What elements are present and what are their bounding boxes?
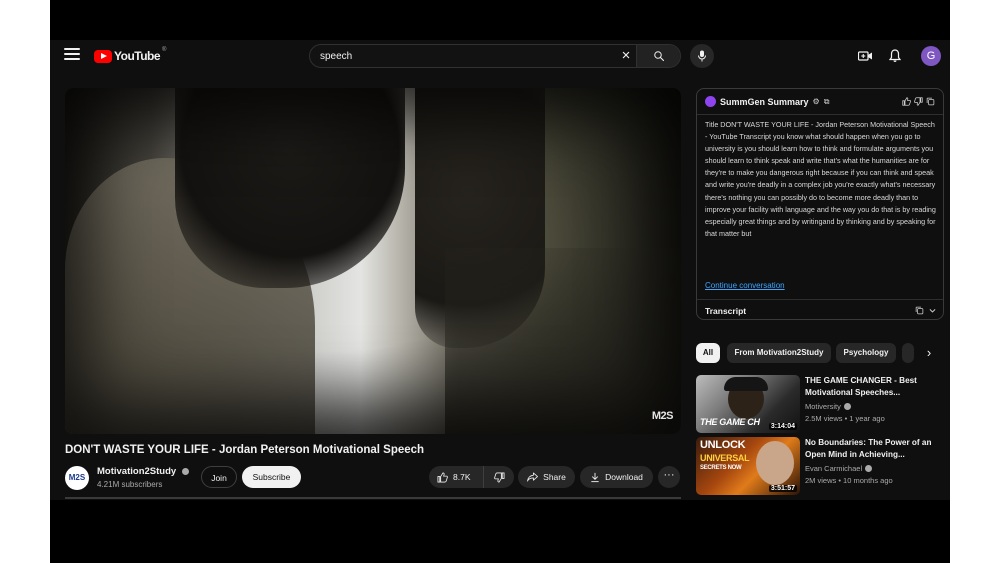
summgen-summary-panel: SummGen Summary ⚙ ⧉ Title DON'T WASTE YO… bbox=[696, 88, 944, 320]
recommended-meta: 2M views • 10 months ago bbox=[805, 476, 893, 485]
youtube-logo[interactable]: YouTube ® bbox=[94, 47, 167, 64]
video-player[interactable]: M2S bbox=[65, 88, 681, 434]
recommended-title: THE GAME CHANGER - Best Motivational Spe… bbox=[805, 376, 917, 397]
menu-icon[interactable] bbox=[64, 48, 80, 62]
voice-search-button[interactable] bbox=[690, 44, 714, 68]
recommended-video[interactable]: THE GAME CH 3:14:04 THE GAME CHANGER - B… bbox=[696, 375, 946, 437]
recommended-channel: Evan Carmichael bbox=[805, 464, 873, 473]
thumbs-up-icon bbox=[437, 472, 448, 482]
chip-psychology[interactable]: Psychology bbox=[836, 343, 896, 363]
like-button[interactable]: 8.7K bbox=[429, 466, 484, 488]
search-input[interactable] bbox=[310, 45, 616, 67]
create-video-icon[interactable] bbox=[857, 48, 873, 64]
channel-avatar[interactable]: M2S bbox=[65, 466, 89, 490]
verified-icon bbox=[181, 468, 189, 475]
video-duration: 3:51:57 bbox=[768, 485, 797, 492]
dislike-button[interactable] bbox=[484, 466, 514, 488]
recommended-video[interactable]: UNLOCK UNIVERSAL SECRETS NOW 3:51:57 No … bbox=[696, 437, 946, 499]
summgen-logo-icon bbox=[705, 96, 716, 107]
channel-name[interactable]: Motivation2Study bbox=[97, 466, 189, 477]
summary-thumbs-down-icon[interactable] bbox=[914, 97, 923, 106]
microphone-icon bbox=[698, 50, 706, 62]
summary-body: Title DON'T WASTE YOUR LIFE - Jordan Pet… bbox=[705, 119, 937, 283]
transcript-copy-icon[interactable] bbox=[915, 306, 924, 315]
more-actions-button[interactable]: ··· bbox=[658, 466, 680, 488]
thumbs-down-icon bbox=[493, 472, 504, 482]
share-icon bbox=[527, 472, 539, 482]
transcript-bar[interactable]: Transcript bbox=[697, 299, 943, 319]
transcript-label: Transcript bbox=[705, 305, 747, 316]
summary-text: Title DON'T WASTE YOUR LIFE - Jordan Pet… bbox=[705, 120, 936, 238]
clear-icon[interactable]: × bbox=[616, 45, 636, 67]
recommended-title: No Boundaries: The Power of an Open Mind… bbox=[805, 438, 932, 459]
channel-name-text: Motivation2Study bbox=[97, 466, 177, 477]
chip-from-channel[interactable]: From Motivation2Study bbox=[727, 343, 831, 363]
download-icon bbox=[591, 472, 599, 482]
like-dislike-group: 8.7K bbox=[429, 466, 514, 488]
thumbnail-text: SECRETS NOW bbox=[700, 465, 742, 471]
thumbnail-text: UNIVERSAL bbox=[700, 453, 750, 463]
continue-conversation-link[interactable]: Continue conversation bbox=[705, 281, 785, 290]
thumbnail-text: THE GAME CH bbox=[700, 417, 760, 427]
chip-all[interactable]: All bbox=[696, 343, 720, 363]
play-logo-icon bbox=[94, 49, 112, 63]
subscriber-count: 4.21M subscribers bbox=[97, 480, 163, 489]
summary-thumbs-up-icon[interactable] bbox=[902, 97, 911, 106]
open-external-icon[interactable]: ⧉ bbox=[824, 97, 830, 107]
chevron-right-icon[interactable]: › bbox=[919, 343, 939, 363]
like-count: 8.7K bbox=[453, 472, 471, 482]
video-thumbnail: THE GAME CH 3:14:04 bbox=[696, 375, 800, 433]
verified-icon bbox=[865, 465, 873, 472]
chevron-down-icon[interactable] bbox=[928, 306, 937, 315]
video-title: DON'T WASTE YOUR LIFE - Jordan Peterson … bbox=[65, 444, 425, 456]
share-button[interactable]: Share bbox=[518, 466, 575, 488]
channel-watermark[interactable]: M2S bbox=[652, 410, 674, 422]
verified-icon bbox=[843, 403, 851, 410]
download-label: Download bbox=[605, 472, 643, 482]
join-button[interactable]: Join bbox=[201, 466, 237, 488]
recommended-channel: Motiversity bbox=[805, 402, 851, 411]
account-avatar[interactable]: G bbox=[921, 46, 941, 66]
video-thumbnail: UNLOCK UNIVERSAL SECRETS NOW 3:51:57 bbox=[696, 437, 800, 495]
letterbox-bottom bbox=[50, 500, 950, 563]
search-icon bbox=[653, 51, 664, 62]
copy-icon[interactable] bbox=[926, 97, 935, 106]
search-button[interactable] bbox=[636, 45, 680, 67]
summary-header: SummGen Summary ⚙ ⧉ bbox=[697, 89, 943, 115]
download-button[interactable]: Download bbox=[580, 466, 653, 488]
chip-overflow[interactable] bbox=[902, 343, 914, 363]
notifications-bell-icon[interactable] bbox=[887, 48, 903, 64]
browser-frame: YouTube ® × bbox=[50, 0, 950, 563]
logo-region-mark: ® bbox=[162, 47, 167, 53]
top-bar: YouTube ® × bbox=[50, 40, 950, 72]
video-duration: 3:14:04 bbox=[768, 423, 797, 430]
summary-title: SummGen Summary bbox=[720, 96, 809, 107]
search-box: × bbox=[309, 44, 681, 68]
settings-icon[interactable]: ⚙ bbox=[813, 97, 820, 106]
logo-text: YouTube bbox=[114, 49, 161, 63]
divider bbox=[65, 497, 681, 499]
subscribe-button[interactable]: Subscribe bbox=[242, 466, 301, 488]
letterbox-top bbox=[50, 0, 950, 40]
thumbnail-text: UNLOCK bbox=[700, 439, 746, 451]
share-label: Share bbox=[543, 472, 566, 482]
recommended-meta: 2.5M views • 1 year ago bbox=[805, 414, 885, 423]
